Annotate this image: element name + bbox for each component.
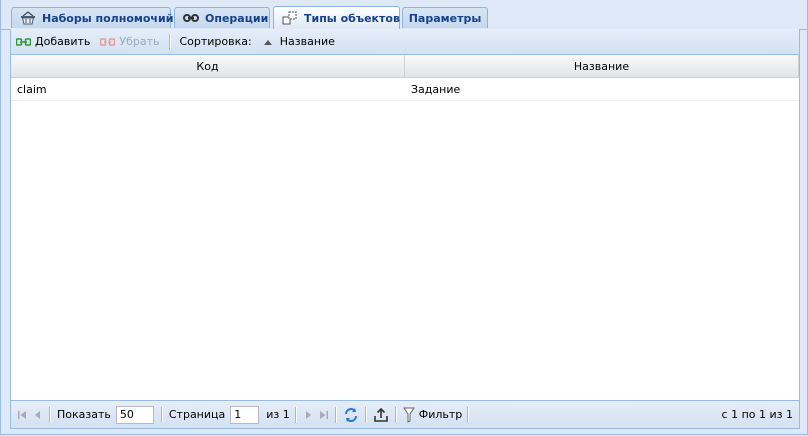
pager-separator	[334, 406, 337, 423]
tab-strip: Наборы полномочий Операции Типы объектов	[1, 0, 807, 30]
pager-separator	[364, 406, 367, 423]
export-icon[interactable]	[373, 407, 389, 423]
sort-label: Сортировка:	[179, 35, 252, 48]
tab-object-types[interactable]: Типы объектов	[273, 6, 400, 29]
cell-name: Задание	[411, 82, 461, 96]
page-size-label: Показать	[57, 408, 111, 421]
object-types-icon	[282, 11, 298, 25]
tab-parameters[interactable]: Параметры	[402, 7, 488, 28]
page-label: Страница	[168, 408, 226, 421]
pager-separator	[467, 406, 470, 423]
last-page-icon[interactable]	[319, 410, 329, 420]
sort-by-name-button[interactable]: Название	[263, 35, 335, 48]
toolbar-separator	[169, 33, 172, 50]
basket-icon	[20, 11, 36, 25]
cell-code: claim	[17, 82, 47, 96]
toolbar: Добавить Убрать Сортировка: Название	[11, 29, 799, 55]
pager-separator	[394, 406, 397, 423]
tab-label: Наборы полномочий	[42, 11, 174, 25]
pager-separator	[294, 406, 297, 423]
link-add-icon	[16, 37, 31, 46]
link-icon	[183, 13, 199, 23]
tab-label: Типы объектов	[304, 11, 400, 25]
paging-toolbar: Показать Страница из 1	[11, 400, 799, 428]
prev-page-icon[interactable]	[33, 410, 43, 420]
grid-header: Код Название	[11, 55, 799, 78]
page-count-label: из 1	[266, 408, 290, 421]
next-page-icon[interactable]	[303, 410, 313, 420]
page-size-input[interactable]	[115, 405, 154, 424]
object-types-panel: Добавить Убрать Сортировка: Название Код…	[10, 29, 800, 429]
app-window: Наборы полномочий Операции Типы объектов	[0, 0, 808, 435]
filter-icon[interactable]	[402, 407, 415, 423]
add-button[interactable]: Добавить	[16, 35, 90, 48]
remove-button-label: Убрать	[119, 35, 160, 48]
tab-permission-sets[interactable]: Наборы полномочий	[11, 7, 174, 28]
pager-separator	[49, 406, 51, 423]
sort-field-label: Название	[279, 35, 335, 48]
tab-label: Операции	[205, 11, 269, 25]
column-header-code[interactable]: Код	[11, 55, 405, 77]
sort-ascending-icon	[263, 39, 272, 45]
filter-label[interactable]: Фильтр	[419, 408, 463, 421]
column-header-name[interactable]: Название	[405, 55, 799, 77]
pager-separator	[160, 406, 163, 423]
remove-button[interactable]: Убрать	[100, 35, 159, 48]
add-button-label: Добавить	[35, 35, 91, 48]
first-page-icon[interactable]	[17, 410, 27, 420]
page-number-input[interactable]	[230, 405, 260, 424]
link-remove-icon	[100, 37, 116, 46]
tab-label: Параметры	[408, 11, 482, 25]
refresh-icon[interactable]	[343, 407, 359, 423]
paging-summary: с 1 по 1 из 1	[721, 408, 793, 421]
tab-operations[interactable]: Операции	[174, 7, 270, 28]
table-row[interactable]: claim Задание	[11, 78, 799, 101]
